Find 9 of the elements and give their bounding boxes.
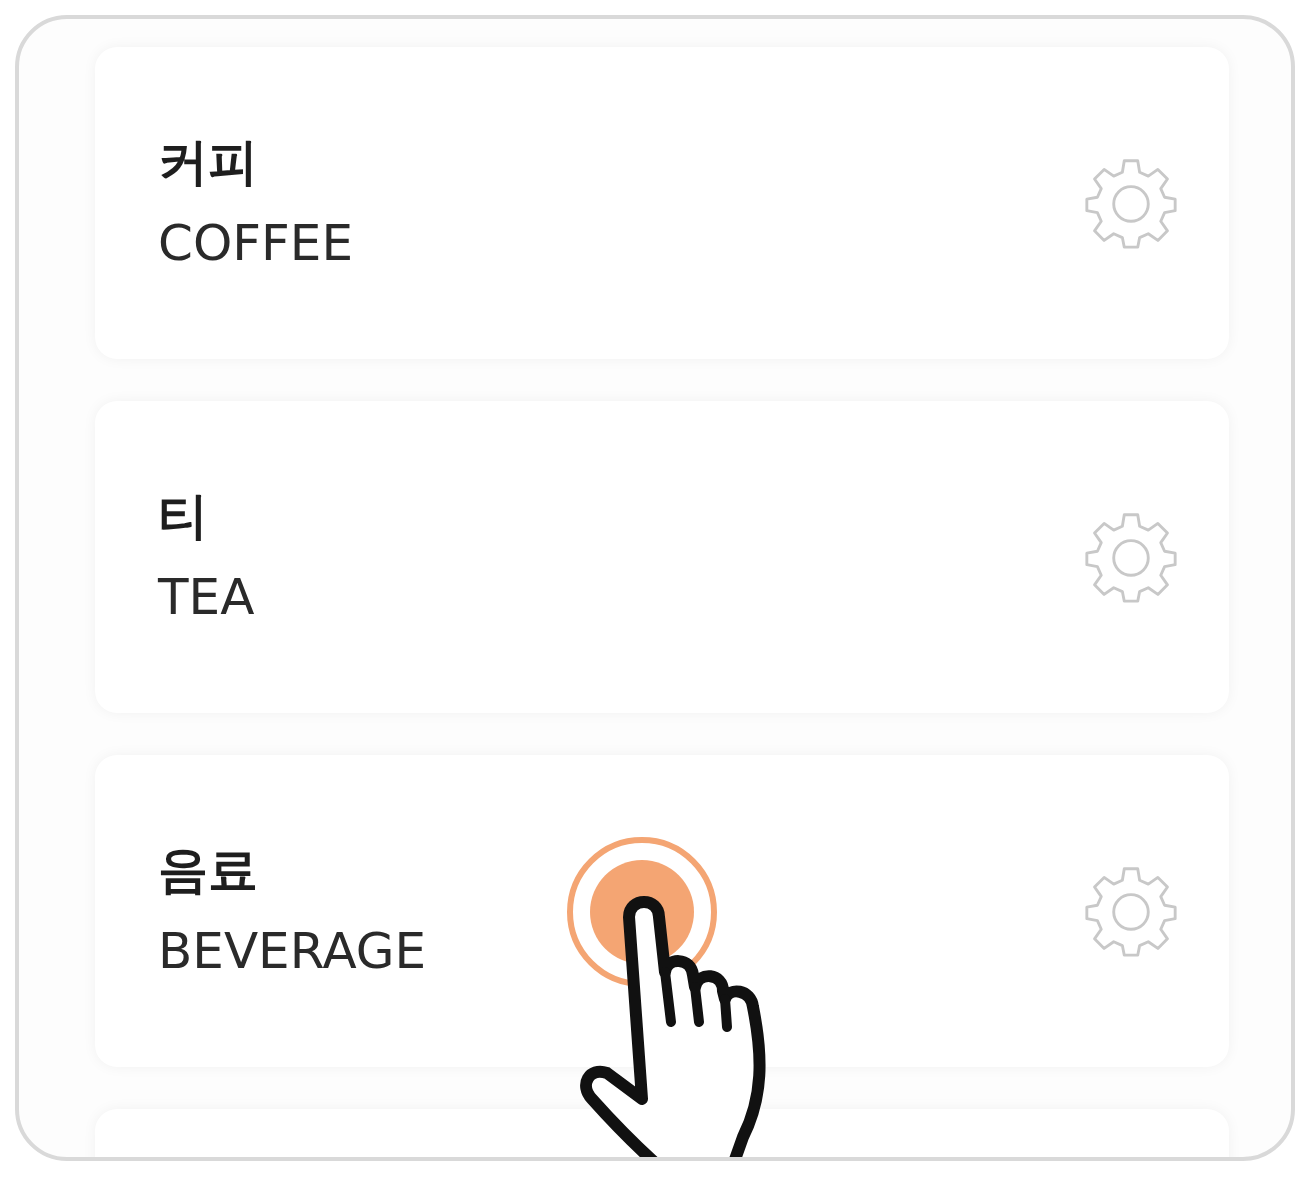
category-title: 음료 xyxy=(158,843,259,898)
category-subtitle: BEVERAGE xyxy=(158,924,427,979)
category-card[interactable]: 커피 COFFEE xyxy=(95,47,1229,359)
category-title: 커피 xyxy=(158,135,259,190)
category-subtitle: TEA xyxy=(158,570,255,625)
category-card[interactable]: 티 TEA xyxy=(95,401,1229,713)
category-card[interactable]: 음료 BEVERAGE xyxy=(95,755,1229,1067)
category-title: 티 xyxy=(158,489,209,544)
category-subtitle: COFFEE xyxy=(158,216,353,271)
